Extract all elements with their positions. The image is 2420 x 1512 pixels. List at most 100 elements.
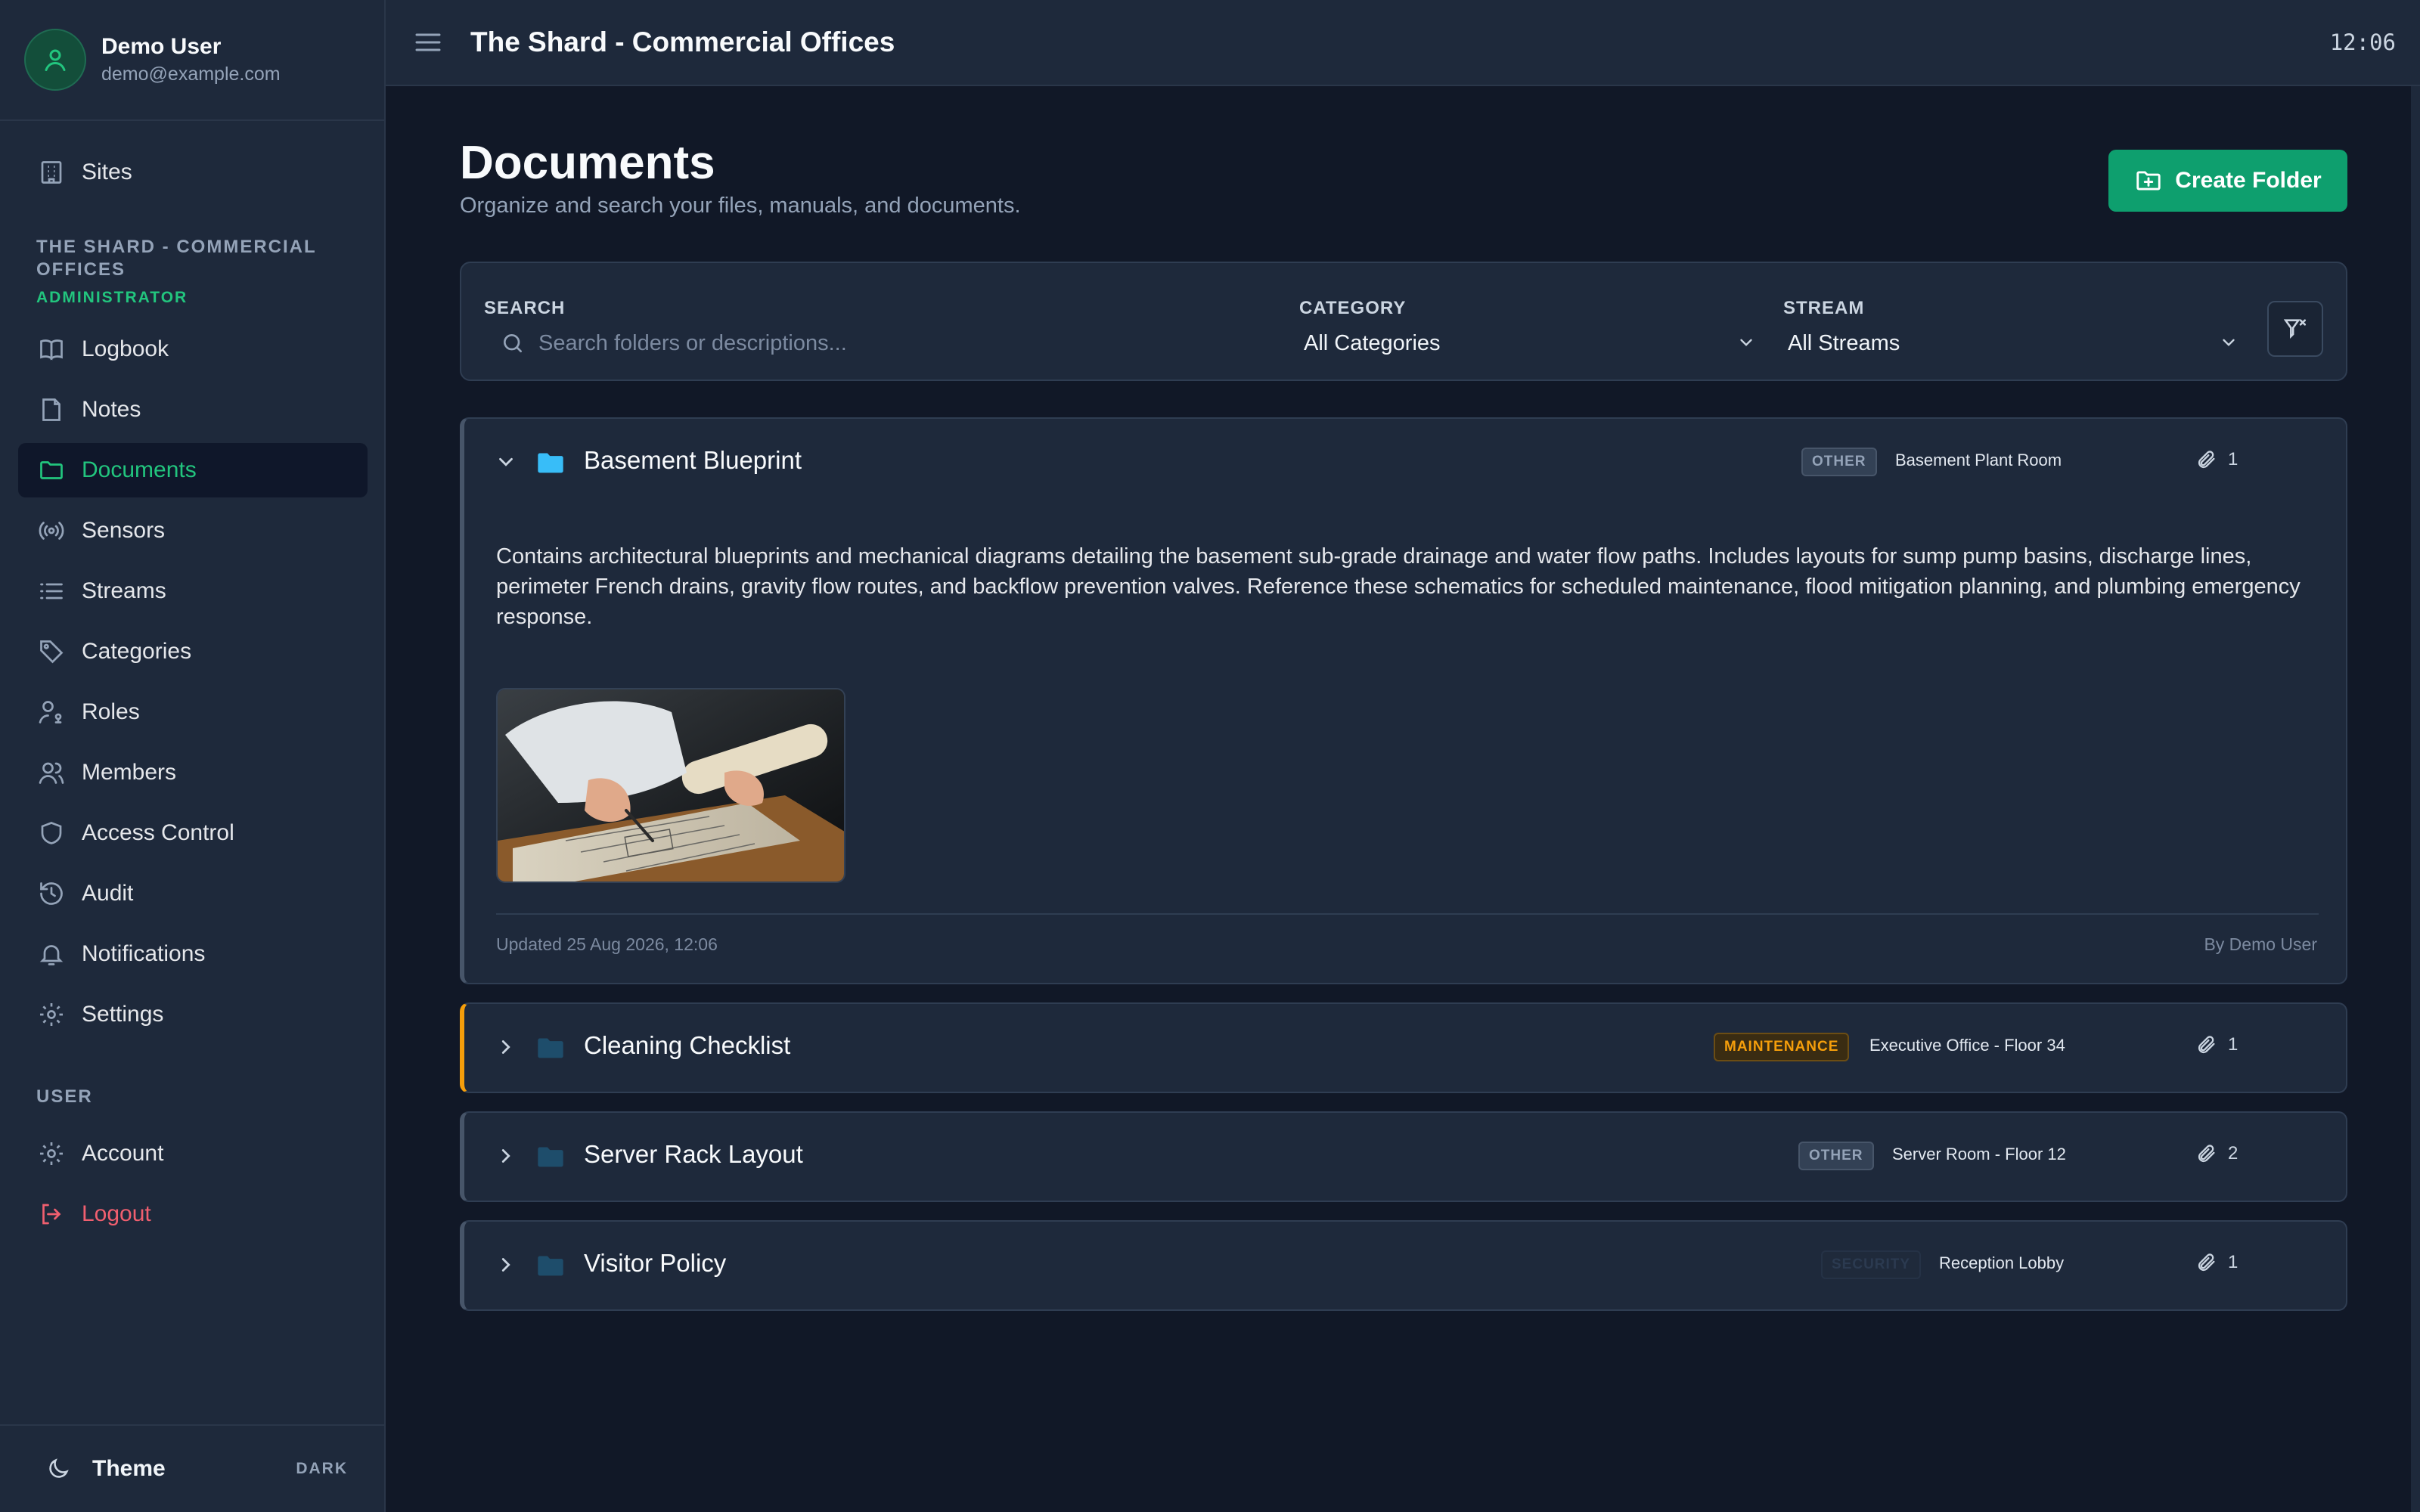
sidebar-item-label: Audit <box>82 881 134 906</box>
folder-header[interactable]: Cleaning Checklist MAINTENANCE Executive… <box>464 1004 2346 1092</box>
chevron-down-icon[interactable] <box>495 451 517 477</box>
blueprint-photo <box>498 689 844 881</box>
tag-icon <box>36 637 67 667</box>
sidebar-item-notifications[interactable]: Notifications <box>18 927 368 981</box>
gear-icon <box>36 1139 67 1169</box>
attachment-count: 1 <box>2196 449 2238 470</box>
main-content: Documents Organize and search your files… <box>386 86 2420 1512</box>
search-label: SEARCH <box>484 298 566 318</box>
sidebar-item-label: Notifications <box>82 941 206 966</box>
sensor-icon <box>36 516 67 546</box>
sidebar-item-documents[interactable]: Documents <box>18 443 368 497</box>
search-input[interactable]: Search folders or descriptions... <box>501 322 1257 364</box>
paperclip-icon <box>2196 449 2217 470</box>
paperclip-icon <box>2196 1143 2217 1164</box>
site-title: The Shard - Commercial Offices <box>470 26 895 57</box>
sidebar-item-label: Streams <box>82 578 166 603</box>
attachment-count: 1 <box>2196 1034 2238 1055</box>
folder-card[interactable]: Server Rack Layout OTHER Server Room - F… <box>460 1111 2347 1202</box>
folder-location: Basement Plant Room <box>1895 451 2062 469</box>
filter-panel: SEARCH Search folders or descriptions...… <box>460 262 2347 381</box>
page-title: Documents <box>460 137 715 189</box>
attachment-count: 1 <box>2196 1252 2238 1273</box>
hamburger-icon[interactable] <box>413 27 443 57</box>
folder-name: Visitor Policy <box>584 1249 727 1277</box>
sidebar-item-label: Sites <box>82 160 132 184</box>
history-icon <box>36 878 67 909</box>
paperclip-icon <box>2196 1034 2217 1055</box>
theme-mode: DARK <box>296 1460 348 1477</box>
sidebar-item-label: Roles <box>82 699 140 724</box>
folder-header[interactable]: Visitor Policy SECURITY Reception Lobby … <box>464 1222 2346 1309</box>
folder-icon <box>535 1033 566 1067</box>
users-icon <box>36 758 67 788</box>
updated-timestamp: Updated 25 Aug 2026, 12:06 <box>496 934 718 954</box>
author-byline: By Demo User <box>2204 934 2317 954</box>
sidebar-item-roles[interactable]: Roles <box>18 685 368 739</box>
sidebar-item-label: Members <box>82 760 177 785</box>
user-email: demo@example.com <box>101 64 281 85</box>
stream-select[interactable]: All Streams <box>1788 322 2242 364</box>
search-placeholder: Search folders or descriptions... <box>538 330 847 355</box>
folder-card[interactable]: Visitor Policy SECURITY Reception Lobby … <box>460 1220 2347 1311</box>
folder-icon <box>535 1142 566 1176</box>
sidebar-item-settings[interactable]: Settings <box>18 987 368 1042</box>
sidebar-item-logbook[interactable]: Logbook <box>18 322 368 376</box>
theme-toggle[interactable]: Theme DARK <box>0 1424 384 1512</box>
chevron-right-icon[interactable] <box>495 1253 517 1280</box>
folder-name: Cleaning Checklist <box>584 1031 791 1059</box>
user-profile[interactable]: Demo User demo@example.com <box>0 0 384 121</box>
category-badge: OTHER <box>1798 1142 1874 1170</box>
sidebar-item-notes[interactable]: Notes <box>18 383 368 437</box>
folder-name: Server Rack Layout <box>584 1140 803 1168</box>
gear-icon <box>36 999 67 1030</box>
sidebar-item-account[interactable]: Account <box>18 1126 368 1181</box>
sidebar-item-label: Access Control <box>82 820 234 845</box>
note-icon <box>36 395 67 425</box>
sidebar-item-label: Account <box>82 1141 164 1166</box>
chevron-right-icon[interactable] <box>495 1145 517 1171</box>
site-section-label: THE SHARD - COMMERCIAL OFFICES <box>36 237 317 280</box>
book-icon <box>36 334 67 364</box>
top-bar: The Shard - Commercial Offices 12:06 <box>386 0 2420 86</box>
create-folder-label: Create Folder <box>2175 168 2322 193</box>
filter-clear-icon <box>2283 319 2307 339</box>
folder-icon <box>535 1250 566 1284</box>
sidebar-item-sites[interactable]: Sites <box>18 145 368 200</box>
user-section-label: USER <box>36 1086 93 1107</box>
sidebar-item-sensors[interactable]: Sensors <box>18 503 368 558</box>
sidebar-item-streams[interactable]: Streams <box>18 564 368 618</box>
category-value: All Categories <box>1304 330 1441 355</box>
category-badge: OTHER <box>1801 448 1877 476</box>
folder-location: Reception Lobby <box>1939 1253 2065 1272</box>
avatar <box>24 29 86 91</box>
folder-icon <box>36 455 67 485</box>
sidebar-item-label: Logbook <box>82 336 169 361</box>
stream-value: All Streams <box>1788 330 1900 355</box>
sidebar-item-audit[interactable]: Audit <box>18 866 368 921</box>
folder-card[interactable]: Cleaning Checklist MAINTENANCE Executive… <box>460 1002 2347 1093</box>
chevron-down-icon <box>1736 333 1756 356</box>
sidebar-item-members[interactable]: Members <box>18 745 368 800</box>
folder-header[interactable]: Server Rack Layout OTHER Server Room - F… <box>464 1113 2346 1201</box>
clear-filters-button[interactable] <box>2267 301 2323 357</box>
category-select[interactable]: All Categories <box>1304 322 1758 364</box>
user-icon <box>45 49 66 71</box>
attachment-count-value: 2 <box>2228 1143 2238 1163</box>
folder-card: Basement Blueprint OTHER Basement Plant … <box>460 417 2347 984</box>
sidebar-item-label: Categories <box>82 639 192 664</box>
folder-plus-icon <box>2134 166 2163 195</box>
folder-description: Contains architectural blueprints and me… <box>496 544 2301 629</box>
sidebar-item-access-control[interactable]: Access Control <box>18 806 368 860</box>
create-folder-button[interactable]: Create Folder <box>2108 150 2347 212</box>
folder-name: Basement Blueprint <box>584 446 802 474</box>
sidebar: Demo User demo@example.com Sites THE SHA… <box>0 0 386 1512</box>
chevron-right-icon[interactable] <box>495 1036 517 1062</box>
role-badge: ADMINISTRATOR <box>36 289 188 306</box>
blueprint-thumbnail[interactable] <box>496 688 845 883</box>
sidebar-item-logout[interactable]: Logout <box>18 1187 368 1241</box>
scrollbar[interactable] <box>2411 86 2420 1512</box>
folder-header[interactable]: Basement Blueprint OTHER Basement Plant … <box>464 419 2346 507</box>
sidebar-item-categories[interactable]: Categories <box>18 624 368 679</box>
search-icon <box>501 331 525 355</box>
